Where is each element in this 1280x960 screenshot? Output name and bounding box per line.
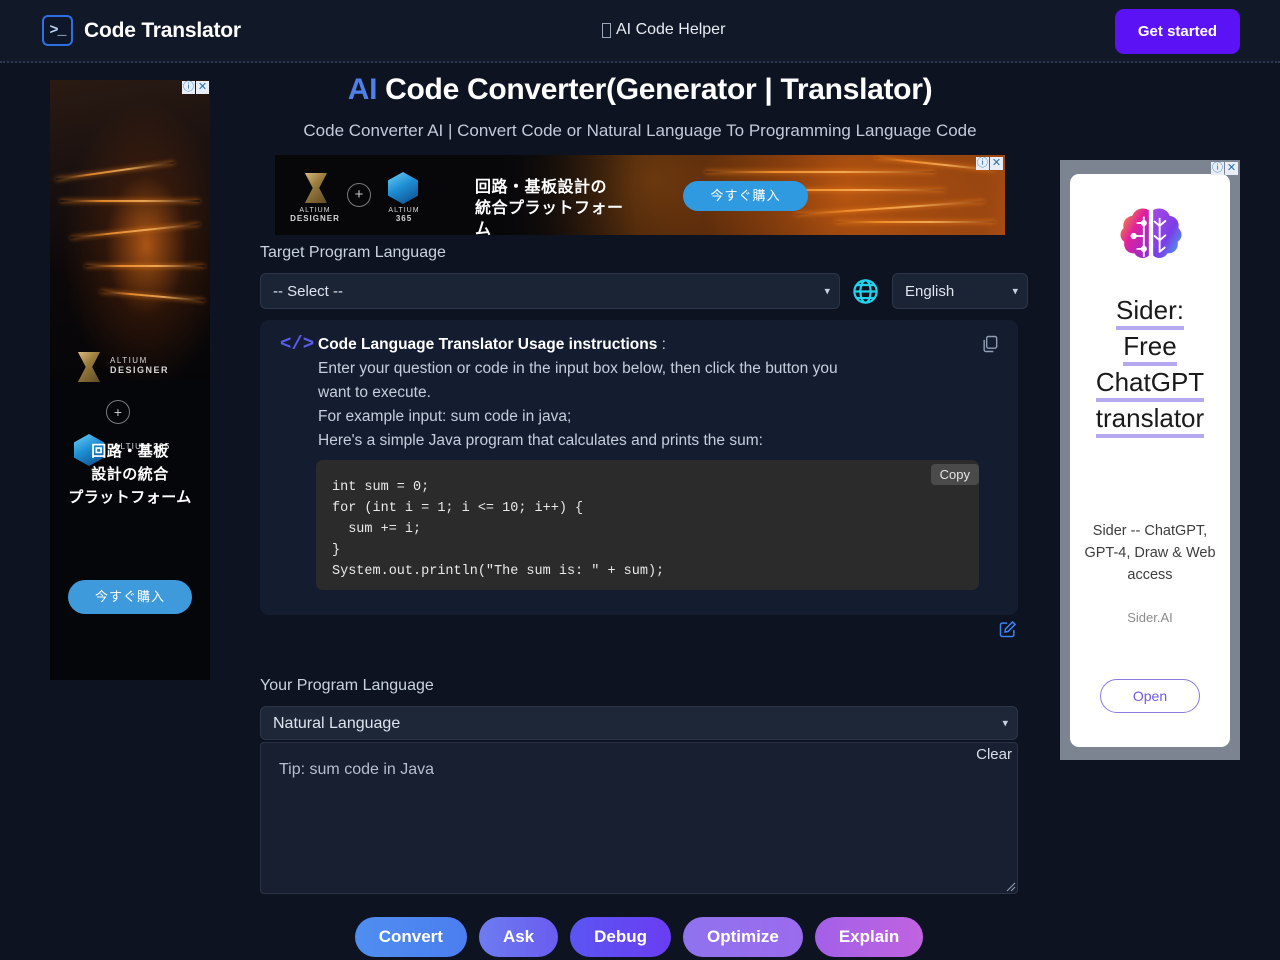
altium-designer-logo-icon [301, 173, 327, 203]
instructions-line-1: Enter your question or code in the input… [318, 360, 838, 377]
ad-headline: 回路・基板設計の 統合プラットフォーム [475, 177, 635, 235]
ad-cta-button[interactable]: 今すぐ購入 [68, 580, 192, 614]
ad-headline-line-3: プラットフォーム [50, 486, 210, 509]
brand[interactable]: >_ Code Translator [42, 15, 241, 46]
ad-info-icon[interactable]: ⓘ [976, 157, 989, 170]
altium-365-label-2: 365 [379, 214, 429, 223]
code-sample-text: int sum = 0; for (int i = 1; i <= 10; i+… [316, 460, 979, 599]
code-tag-icon: </> [280, 333, 314, 355]
ad-headline-line-4: translator [1096, 403, 1204, 438]
ad-brand-name: Sider.AI [1070, 610, 1230, 625]
ad-headline-line-1: 回路・基板 [50, 440, 210, 463]
interface-language-select-wrapper[interactable]: English ▾ [892, 273, 1028, 309]
code-input-wrapper: Clear [260, 742, 1018, 894]
ad-open-button[interactable]: Open [1100, 679, 1200, 713]
copy-code-button[interactable]: Copy [931, 464, 979, 485]
ad-headline-line-2: 統合プラットフォーム [475, 198, 635, 235]
ad-close-icon[interactable]: ✕ [196, 81, 209, 94]
right-sidebar-ad[interactable]: ⓘ ✕ [1060, 160, 1240, 760]
top-banner-ad[interactable]: ALTIUM DESIGNER + ALTIUM 365 回路・基板設計の 統合… [275, 155, 1005, 235]
globe-icon[interactable] [851, 277, 880, 306]
altium-365-label-1: ALTIUM [379, 207, 429, 214]
action-button-row: Convert Ask Debug Optimize Explain [260, 917, 1018, 957]
ad-headline: 回路・基板 設計の統合 プラットフォーム [50, 440, 210, 509]
instructions-heading: Code Language Translator Usage instructi… [318, 336, 657, 353]
altium-designer-label-1: ALTIUM [110, 356, 169, 365]
interface-language-select[interactable]: English [892, 273, 1028, 309]
ad-choices-controls[interactable]: ⓘ ✕ [976, 157, 1003, 170]
page-title-accent: AI [348, 73, 377, 106]
ad-info-icon[interactable]: ⓘ [182, 81, 195, 94]
ad-logo-panel: ALTIUM DESIGNER + ALTIUM 365 回路・基板設計の 統合… [275, 155, 635, 235]
missing-glyph-icon [602, 23, 611, 38]
ad-choices-controls[interactable]: ⓘ ✕ [182, 81, 209, 94]
action-button-optimize[interactable]: Optimize [683, 917, 803, 957]
instructions-line-3: For example input: sum code in java; [318, 408, 571, 425]
your-language-select[interactable]: Natural Language [260, 706, 1018, 740]
target-language-select-wrapper[interactable]: -- Select -- ▾ [260, 273, 840, 309]
nav-item-label: AI Code Helper [616, 21, 725, 39]
ad-choices-controls[interactable]: ⓘ ✕ [1211, 162, 1238, 175]
nav-item-ai-code-helper[interactable]: AI Code Helper [602, 21, 725, 39]
ad-headline-line-2: Free [1123, 331, 1176, 366]
code-sample-block: Copy int sum = 0; for (int i = 1; i <= 1… [316, 460, 979, 590]
target-language-select[interactable]: -- Select -- [260, 273, 840, 309]
ad-headline: Sider: Free ChatGPT translator [1070, 292, 1230, 436]
your-language-label: Your Program Language [260, 677, 434, 695]
target-language-label: Target Program Language [260, 244, 446, 262]
your-language-select-wrapper[interactable]: Natural Language ▾ [260, 706, 1018, 740]
brain-icon [1115, 200, 1187, 272]
action-button-ask[interactable]: Ask [479, 917, 558, 957]
usage-instructions-panel: </> Code Language Translator Usage instr… [260, 320, 1018, 615]
instructions-line-4: Here's a simple Java program that calcul… [318, 432, 763, 449]
altium-designer-label-2: DESIGNER [110, 365, 169, 375]
action-button-explain[interactable]: Explain [815, 917, 923, 957]
ad-close-icon[interactable]: ✕ [990, 157, 1003, 170]
instructions-heading-suffix: : [657, 336, 666, 353]
ad-cta-button[interactable]: 今すぐ購入 [683, 181, 808, 211]
action-button-debug[interactable]: Debug [570, 917, 671, 957]
page-title-rest: Code Converter(Generator | Translator) [377, 73, 932, 106]
edit-square-icon[interactable] [998, 619, 1018, 639]
ad-headline-line-2: 設計の統合 [50, 463, 210, 486]
site-header: >_ Code Translator AI Code Helper Get st… [0, 0, 1280, 63]
instructions-line-2: want to execute. [318, 384, 431, 401]
terminal-prompt-icon: >_ [42, 15, 73, 46]
altium-designer-label-2: DESIGNER [289, 214, 341, 223]
ad-info-icon[interactable]: ⓘ [1211, 162, 1224, 175]
ad-headline-line-1: Sider: [1116, 295, 1184, 330]
ad-headline-line-1: 回路・基板設計の [475, 177, 635, 198]
left-sidebar-ad[interactable]: ALTIUM DESIGNER + ALTIUM 365 回路・基板 設計の統合… [50, 80, 210, 680]
plus-icon: + [106, 400, 130, 424]
ad-description: Sider -- ChatGPT, GPT-4, Draw & Web acce… [1076, 520, 1224, 586]
code-input-textarea[interactable] [260, 742, 1018, 894]
altium-365-logo-icon [388, 172, 418, 204]
action-button-convert[interactable]: Convert [355, 917, 467, 957]
instructions-text: Code Language Translator Usage instructi… [318, 333, 978, 453]
clear-input-button[interactable]: Clear [976, 746, 1012, 763]
ad-card[interactable]: Sider: Free ChatGPT translator Sider -- … [1070, 174, 1230, 747]
altium-designer-label-1: ALTIUM [289, 207, 341, 214]
copy-icon[interactable] [980, 334, 1000, 354]
ad-background-image [50, 80, 210, 380]
plus-icon: + [347, 183, 371, 207]
brand-title: Code Translator [84, 19, 241, 43]
get-started-button[interactable]: Get started [1115, 9, 1240, 54]
ad-close-icon[interactable]: ✕ [1225, 162, 1238, 175]
ad-headline-line-3: ChatGPT [1096, 367, 1204, 402]
